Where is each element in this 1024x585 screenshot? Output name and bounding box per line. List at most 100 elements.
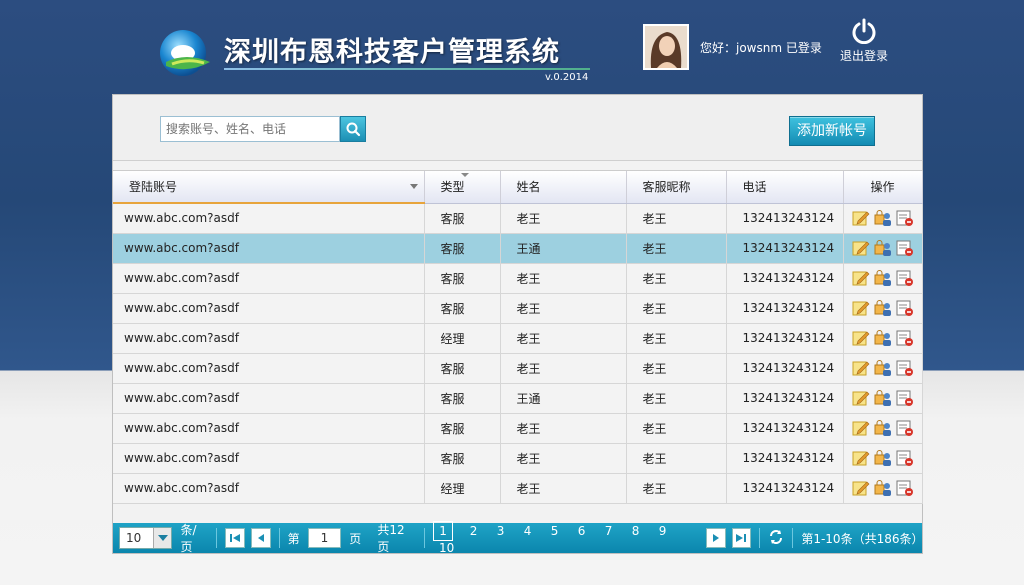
user-lock-icon[interactable] bbox=[874, 299, 892, 317]
add-account-button[interactable]: 添加新帐号 bbox=[789, 116, 875, 146]
col-header-name[interactable]: 姓名 bbox=[500, 171, 627, 204]
search-input[interactable] bbox=[160, 116, 340, 142]
cell-account: www.abc.com?asdf bbox=[113, 203, 425, 234]
edit-icon[interactable] bbox=[852, 479, 870, 497]
cell-type: 经理 bbox=[424, 323, 501, 354]
cell-name: 王通 bbox=[500, 233, 627, 264]
cell-account: www.abc.com?asdf bbox=[113, 293, 425, 324]
edit-icon[interactable] bbox=[852, 239, 870, 257]
edit-icon[interactable] bbox=[852, 359, 870, 377]
cell-nickname: 老王 bbox=[626, 233, 727, 264]
edit-icon[interactable] bbox=[852, 329, 870, 347]
user-lock-icon[interactable] bbox=[874, 419, 892, 437]
cell-account: www.abc.com?asdf bbox=[113, 383, 425, 414]
delete-icon[interactable] bbox=[896, 389, 914, 407]
search-icon bbox=[346, 122, 361, 137]
cell-nickname: 老王 bbox=[626, 443, 727, 474]
page-link[interactable]: 1 bbox=[433, 521, 454, 541]
search-button[interactable] bbox=[340, 116, 366, 142]
edit-icon[interactable] bbox=[852, 299, 870, 317]
row-actions bbox=[844, 359, 922, 377]
user-lock-icon[interactable] bbox=[874, 479, 892, 497]
table-row[interactable]: www.abc.com?asdf 客服 老王 老王 132413243124 bbox=[113, 413, 923, 444]
user-lock-icon[interactable] bbox=[874, 359, 892, 377]
col-header-label: 操作 bbox=[870, 180, 895, 195]
delete-icon[interactable] bbox=[896, 479, 914, 497]
delete-icon[interactable] bbox=[896, 299, 914, 317]
table-row[interactable]: www.abc.com?asdf 客服 老王 老王 132413243124 bbox=[113, 443, 923, 474]
cell-phone: 132413243124 bbox=[726, 473, 844, 504]
logout-button[interactable]: 退出登录 bbox=[838, 18, 890, 64]
first-page-icon bbox=[230, 534, 241, 542]
version-label: v.0.2014 bbox=[545, 72, 589, 83]
pager-separator bbox=[278, 528, 280, 548]
user-lock-icon[interactable] bbox=[874, 329, 892, 347]
user-avatar[interactable] bbox=[643, 24, 689, 70]
page-link[interactable]: 4 bbox=[514, 524, 541, 538]
col-header-label: 姓名 bbox=[516, 180, 541, 195]
edit-icon[interactable] bbox=[852, 449, 870, 467]
first-page-button[interactable] bbox=[225, 528, 245, 548]
delete-icon[interactable] bbox=[896, 209, 914, 227]
edit-icon[interactable] bbox=[852, 209, 870, 227]
table-row[interactable]: www.abc.com?asdf 经理 老王 老王 132413243124 bbox=[113, 323, 923, 354]
prev-page-button[interactable] bbox=[250, 528, 271, 548]
table-row[interactable]: www.abc.com?asdf 客服 老王 老王 132413243124 bbox=[113, 263, 923, 294]
prev-page-icon bbox=[257, 534, 264, 542]
col-header-label: 电话 bbox=[742, 180, 767, 195]
user-lock-icon[interactable] bbox=[874, 209, 892, 227]
pager-summary: 第1-10条（共186条） bbox=[801, 531, 924, 546]
delete-icon[interactable] bbox=[896, 419, 914, 437]
table-row[interactable]: www.abc.com?asdf 经理 老王 老王 132413243124 bbox=[113, 473, 923, 504]
power-icon bbox=[852, 18, 876, 44]
delete-icon[interactable] bbox=[896, 359, 914, 377]
table-row[interactable]: www.abc.com?asdf 客服 王通 老王 132413243124 bbox=[113, 233, 923, 264]
page-link[interactable]: 5 bbox=[541, 524, 568, 538]
main-panel: 添加新帐号 登陆账号 类型 姓名 客服昵称 bbox=[112, 94, 924, 555]
page-size-select[interactable]: 10 bbox=[119, 527, 173, 549]
page-link[interactable]: 6 bbox=[568, 524, 595, 538]
col-header-nickname[interactable]: 客服昵称 bbox=[626, 171, 727, 204]
cell-type: 客服 bbox=[424, 413, 501, 444]
user-lock-icon[interactable] bbox=[874, 269, 892, 287]
current-page-input[interactable]: 1 bbox=[307, 528, 342, 548]
toolbar: 添加新帐号 bbox=[113, 95, 922, 161]
col-header-label: 客服昵称 bbox=[642, 180, 691, 195]
user-lock-icon[interactable] bbox=[874, 449, 892, 467]
delete-icon[interactable] bbox=[896, 449, 914, 467]
table-row[interactable]: www.abc.com?asdf 客服 王通 老王 132413243124 bbox=[113, 383, 923, 414]
cell-actions bbox=[843, 473, 923, 504]
chevron-down-icon[interactable] bbox=[153, 528, 172, 548]
col-header-account[interactable]: 登陆账号 bbox=[113, 171, 425, 204]
cell-type: 客服 bbox=[424, 233, 501, 264]
delete-icon[interactable] bbox=[896, 239, 914, 257]
page-numbers: 1 2 3 4 5 6 7 8 9 10 bbox=[433, 521, 700, 555]
table-row[interactable]: www.abc.com?asdf 客服 老王 老王 132413243124 bbox=[113, 353, 923, 384]
cell-actions bbox=[843, 383, 923, 414]
col-header-type[interactable]: 类型 bbox=[424, 171, 501, 204]
table-row[interactable]: www.abc.com?asdf 客服 老王 老王 132413243124 bbox=[113, 293, 923, 324]
dropdown-arrow-icon[interactable] bbox=[409, 184, 418, 189]
page-link[interactable]: 8 bbox=[622, 524, 649, 538]
table-row[interactable]: www.abc.com?asdf 客服 老王 老王 132413243124 bbox=[113, 203, 923, 234]
user-lock-icon[interactable] bbox=[874, 239, 892, 257]
page-link[interactable]: 10 bbox=[433, 541, 460, 555]
user-lock-icon[interactable] bbox=[874, 389, 892, 407]
delete-icon[interactable] bbox=[896, 269, 914, 287]
col-header-phone[interactable]: 电话 bbox=[726, 171, 844, 204]
total-pages: 共12页 bbox=[377, 523, 405, 554]
edit-icon[interactable] bbox=[852, 269, 870, 287]
refresh-button[interactable] bbox=[768, 529, 784, 548]
cell-type: 经理 bbox=[424, 473, 501, 504]
page-link[interactable]: 2 bbox=[460, 524, 487, 538]
edit-icon[interactable] bbox=[852, 419, 870, 437]
edit-icon[interactable] bbox=[852, 389, 870, 407]
page-link[interactable]: 7 bbox=[595, 524, 622, 538]
page-link[interactable]: 9 bbox=[649, 524, 676, 538]
delete-icon[interactable] bbox=[896, 329, 914, 347]
last-page-button[interactable] bbox=[731, 528, 752, 548]
cell-name: 老王 bbox=[500, 263, 627, 294]
cell-nickname: 老王 bbox=[626, 203, 727, 234]
next-page-button[interactable] bbox=[705, 528, 726, 548]
page-link[interactable]: 3 bbox=[487, 524, 514, 538]
